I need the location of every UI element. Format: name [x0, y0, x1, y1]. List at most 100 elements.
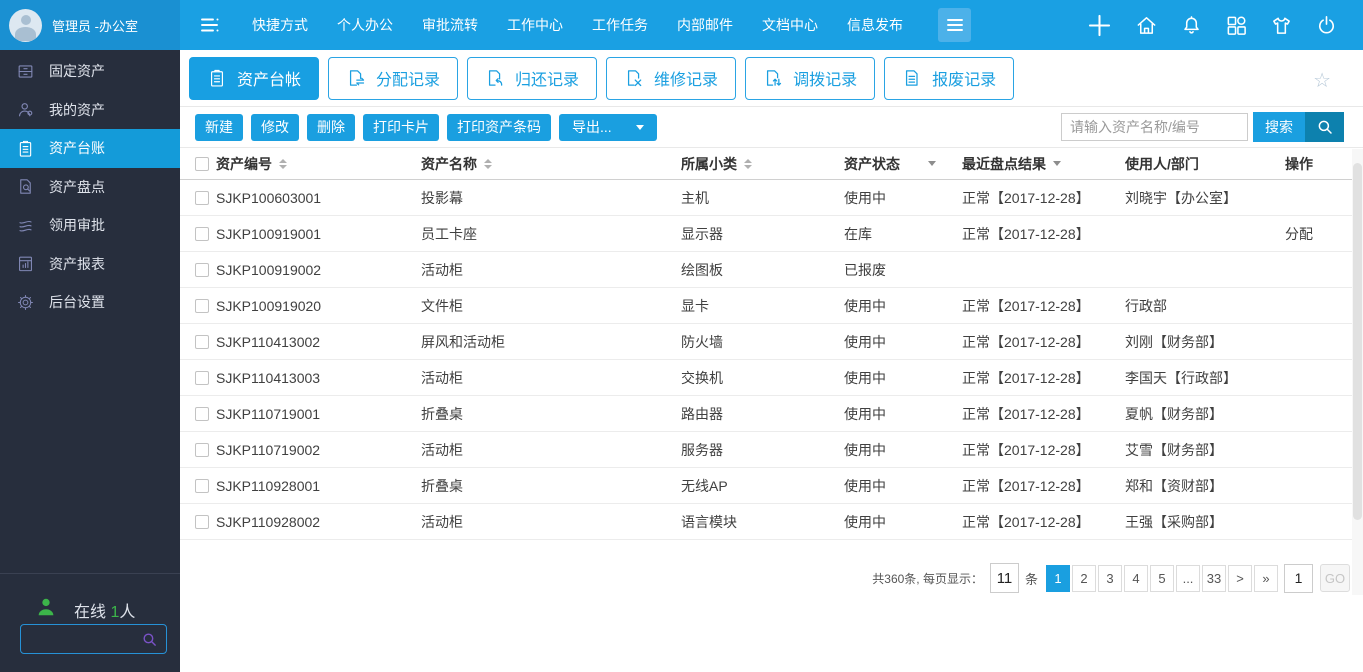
- plus-icon[interactable]: [1086, 12, 1113, 39]
- row-checkbox[interactable]: [195, 298, 209, 313]
- row-checkbox[interactable]: [195, 334, 209, 349]
- menu-item-8[interactable]: 信息发布: [847, 15, 903, 35]
- menu-item-3[interactable]: 审批流转: [422, 15, 478, 35]
- tshirt-icon[interactable]: [1270, 14, 1293, 37]
- apps-icon[interactable]: [1225, 14, 1248, 37]
- row-checkbox[interactable]: [195, 478, 209, 493]
- data-cell: 活动柜: [421, 441, 463, 458]
- page-button-...[interactable]: ...: [1176, 564, 1200, 592]
- power-icon[interactable]: [1315, 14, 1338, 37]
- menu-item-4[interactable]: 工作中心: [507, 15, 563, 35]
- page-button-2[interactable]: 2: [1072, 564, 1096, 592]
- go-button[interactable]: GO: [1320, 564, 1350, 592]
- page-button-5[interactable]: 5: [1150, 564, 1174, 592]
- row-checkbox[interactable]: [195, 442, 209, 457]
- favorite-star-icon[interactable]: ☆: [1313, 68, 1331, 93]
- asset-search-input[interactable]: [1061, 113, 1248, 141]
- data-cell: 使用中: [844, 297, 886, 314]
- doc-return-icon: [485, 68, 505, 88]
- tab-1[interactable]: 资产台帐: [189, 56, 320, 100]
- search-magnifier-button[interactable]: [1305, 112, 1344, 142]
- toolbar-button-4[interactable]: 打印卡片: [363, 113, 439, 141]
- data-cell: 投影幕: [421, 189, 463, 206]
- sidebar-item-6[interactable]: 资产报表: [0, 245, 180, 284]
- filter-caret-icon[interactable]: [1053, 161, 1061, 166]
- data-cell: 使用中: [844, 333, 886, 350]
- main-content: 资产台帐 分配记录 归还记录 维修记录 调拨记录 报废记录 ☆ 新建 修改 删除 打印卡片 打印资产…: [180, 50, 1363, 672]
- export-button[interactable]: 导出...: [559, 113, 657, 141]
- row-checkbox[interactable]: [195, 190, 209, 205]
- data-cell: 行政部: [1125, 297, 1167, 314]
- scrollbar-thumb[interactable]: [1353, 163, 1362, 520]
- column-header-4[interactable]: 资产状态: [844, 154, 962, 174]
- row-checkbox-cell: [180, 334, 216, 349]
- sidebar-item-4[interactable]: 资产盘点: [0, 168, 180, 207]
- user-name: 管理员 -办公室: [52, 18, 138, 34]
- sidebar-search-input[interactable]: [21, 631, 141, 647]
- row-checkbox[interactable]: [195, 406, 209, 421]
- data-cell: 使用中: [844, 441, 886, 458]
- collapse-menu-icon[interactable]: [198, 13, 222, 37]
- menu-item-1[interactable]: 快捷方式: [252, 15, 308, 35]
- sidebar-footer: 在线 1人: [0, 573, 180, 654]
- sidebar-menu: 固定资产 我的资产 资产台账 资产盘点 领用审批 资产报表 后台设置: [0, 50, 180, 322]
- online-unit: 人: [119, 603, 136, 621]
- row-checkbox[interactable]: [195, 226, 209, 241]
- column-header-3[interactable]: 所属小类: [681, 154, 844, 174]
- tab-2[interactable]: 分配记录: [328, 56, 459, 100]
- search-button[interactable]: 搜索: [1253, 112, 1305, 142]
- home-icon[interactable]: [1135, 14, 1158, 37]
- sidebar-item-3[interactable]: 资产台账: [0, 129, 180, 168]
- row-checkbox[interactable]: [195, 514, 209, 529]
- sort-icon[interactable]: [484, 158, 492, 169]
- page-button-1[interactable]: 1: [1046, 564, 1070, 592]
- sidebar-item-1[interactable]: 固定资产: [0, 52, 180, 91]
- toolbar-button-3[interactable]: 删除: [307, 113, 355, 141]
- sort-icon[interactable]: [279, 158, 287, 169]
- hamburger-icon[interactable]: [938, 8, 971, 42]
- filter-caret-icon[interactable]: [928, 161, 936, 166]
- last-page-button[interactable]: »: [1254, 564, 1278, 592]
- column-header-6[interactable]: 使用人/部门: [1125, 154, 1285, 174]
- toolbar-button-1[interactable]: 新建: [195, 113, 243, 141]
- sidebar-item-2[interactable]: 我的资产: [0, 91, 180, 130]
- data-cell: 正常【2017-12-28】: [962, 297, 1090, 314]
- tab-6[interactable]: 报废记录: [884, 56, 1015, 100]
- row-checkbox[interactable]: [195, 262, 209, 277]
- data-cell: 无线AP: [681, 477, 728, 494]
- tab-5[interactable]: 调拨记录: [745, 56, 876, 100]
- menu-item-6[interactable]: 内部邮件: [677, 15, 733, 35]
- sidebar-item-5[interactable]: 领用审批: [0, 206, 180, 245]
- next-page-button[interactable]: >: [1228, 564, 1252, 592]
- bell-icon[interactable]: [1180, 14, 1203, 37]
- menu-item-7[interactable]: 文档中心: [762, 15, 818, 35]
- toolbar-button-2[interactable]: 修改: [251, 113, 299, 141]
- action-cell[interactable]: 分配: [1285, 224, 1352, 244]
- menu-item-5[interactable]: 工作任务: [592, 15, 648, 35]
- user-area[interactable]: 管理员 -办公室: [0, 0, 180, 50]
- column-header-5[interactable]: 最近盘点结果: [962, 154, 1125, 174]
- column-label: 资产状态: [844, 155, 900, 172]
- column-header-1[interactable]: 资产编号: [216, 154, 421, 174]
- sidebar-search-icon[interactable]: [141, 631, 158, 648]
- row-checkbox-cell: [180, 514, 216, 529]
- sort-icon[interactable]: [744, 158, 752, 169]
- select-all-checkbox[interactable]: [195, 156, 209, 171]
- page-button-3[interactable]: 3: [1098, 564, 1122, 592]
- column-header-7[interactable]: 操作: [1285, 154, 1352, 174]
- column-label: 操作: [1285, 155, 1313, 172]
- table-body: SJKP100603001 投影幕 主机 使用中 正常【2017-12-28】 刘晓宇【办…: [180, 180, 1363, 540]
- page-button-33[interactable]: 33: [1202, 564, 1226, 592]
- column-header-2[interactable]: 资产名称: [421, 154, 681, 174]
- sidebar-item-7[interactable]: 后台设置: [0, 283, 180, 322]
- goto-page-input[interactable]: [1284, 563, 1313, 593]
- tab-4[interactable]: 维修记录: [606, 56, 737, 100]
- tab-3[interactable]: 归还记录: [467, 56, 598, 100]
- row-checkbox-cell: [180, 262, 216, 277]
- data-cell: 李国天【行政部】: [1125, 369, 1237, 386]
- row-checkbox[interactable]: [195, 370, 209, 385]
- page-button-4[interactable]: 4: [1124, 564, 1148, 592]
- menu-item-2[interactable]: 个人办公: [337, 15, 393, 35]
- page-size-input[interactable]: [989, 563, 1019, 593]
- toolbar-button-5[interactable]: 打印资产条码: [447, 113, 551, 141]
